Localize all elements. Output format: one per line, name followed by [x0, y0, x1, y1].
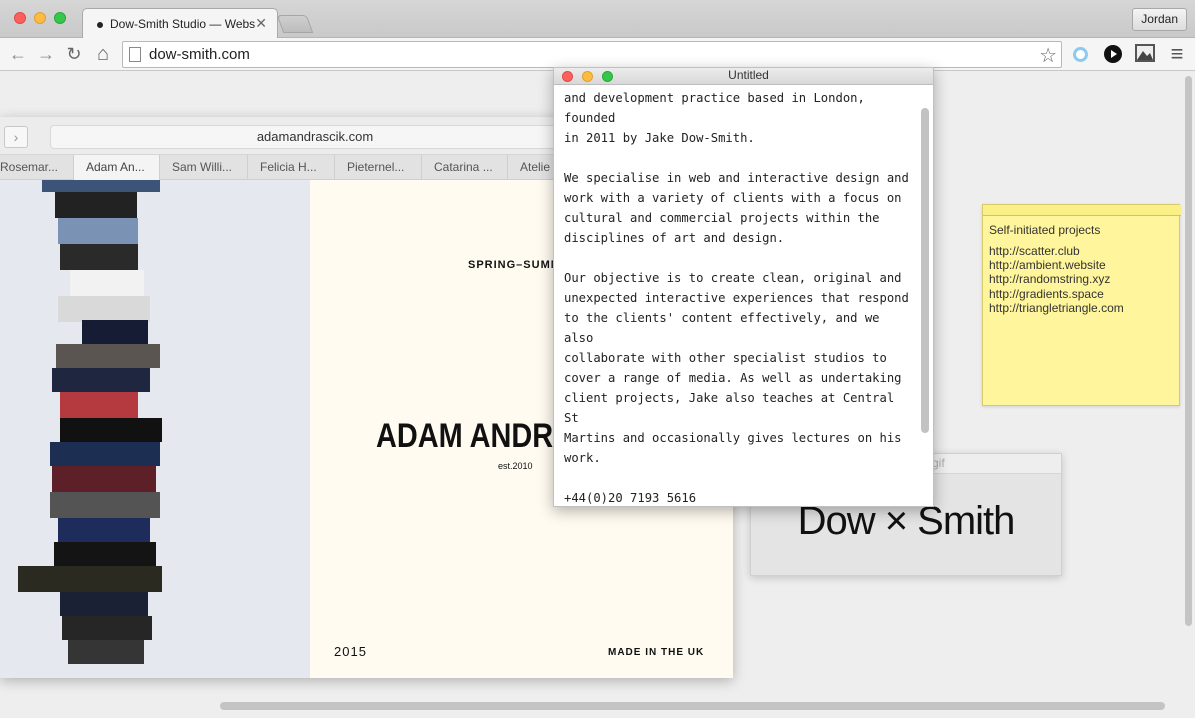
- address-bar-url: dow-smith.com: [149, 46, 250, 63]
- photo-strip: [60, 244, 138, 270]
- photo-strip: [62, 616, 152, 640]
- sticky-link[interactable]: http://triangletriangle.com: [989, 301, 1124, 315]
- sticky-note-header[interactable]: [983, 205, 1181, 216]
- poster-year: 2015: [334, 644, 367, 659]
- tab-close-icon[interactable]: ✕: [255, 15, 267, 32]
- sticky-link[interactable]: http://randomstring.xyz: [989, 272, 1124, 286]
- photo-strip: [56, 344, 160, 368]
- inner-tab[interactable]: Pieternel...: [335, 155, 422, 180]
- menu-icon[interactable]: ≡: [1166, 43, 1188, 65]
- editor-text-area[interactable]: and development practice based in London…: [564, 88, 914, 506]
- tab-title: Dow-Smith Studio — Website: [110, 17, 255, 31]
- photo-strip: [60, 592, 148, 616]
- photo-strip: [50, 492, 160, 518]
- sticky-note[interactable]: Self-initiated projects http://scatter.c…: [982, 204, 1181, 406]
- photo-strip: [52, 466, 156, 492]
- bookmark-star-icon[interactable]: ☆: [1039, 43, 1057, 68]
- browser-tab-bar: Dow-Smith Studio — Website ✕ Jordan: [0, 0, 1195, 39]
- inner-forward-icon[interactable]: ›: [4, 126, 28, 148]
- editor-scroll-thumb[interactable]: [921, 108, 929, 433]
- sticky-note-title: Self-initiated projects: [989, 223, 1101, 237]
- profile-button[interactable]: Jordan: [1132, 8, 1187, 31]
- inner-tab[interactable]: Catarina ...: [422, 155, 508, 180]
- sticky-link[interactable]: http://ambient.website: [989, 258, 1124, 272]
- photo-strip: [58, 296, 150, 322]
- photo-strip: [70, 270, 144, 296]
- poster-made-in: MADE IN THE UK: [608, 647, 705, 658]
- page-icon: [129, 47, 141, 62]
- photo-strip: [52, 368, 150, 392]
- photo-strip: [60, 392, 138, 418]
- photo-strip: [68, 640, 144, 664]
- play-extension-icon[interactable]: [1104, 45, 1122, 63]
- back-icon[interactable]: ←: [7, 43, 29, 65]
- sticky-note-links: http://scatter.club http://ambient.websi…: [989, 244, 1124, 315]
- extension-circle-icon[interactable]: [1073, 47, 1088, 62]
- minimize-window-button[interactable]: [34, 12, 46, 24]
- photo-strip: [60, 418, 162, 442]
- zoom-window-button[interactable]: [54, 12, 66, 24]
- sticky-link[interactable]: http://scatter.club: [989, 244, 1124, 258]
- text-editor-window[interactable]: Untitled and development practice based …: [553, 67, 934, 507]
- poster-established: est.2010: [498, 461, 533, 471]
- editor-title: Untitled: [728, 68, 769, 82]
- address-bar[interactable]: dow-smith.com ☆: [122, 41, 1062, 68]
- vertical-scroll-thumb[interactable]: [1185, 76, 1192, 626]
- tab-favicon-icon: [97, 22, 103, 28]
- fashion-photo-column: [0, 180, 310, 678]
- reload-icon[interactable]: ↻: [63, 43, 85, 65]
- close-window-button[interactable]: [14, 12, 26, 24]
- inner-address-bar[interactable]: adamandrascik.com: [50, 125, 580, 149]
- desktop: Dow-Smith Studio — Website ✕ Jordan ← → …: [0, 0, 1195, 718]
- photo-strip: [58, 518, 150, 542]
- photo-strip: [42, 180, 160, 192]
- sticky-link[interactable]: http://gradients.space: [989, 287, 1124, 301]
- photo-strip: [54, 542, 156, 566]
- photo-strip: [18, 566, 162, 592]
- inner-tab[interactable]: Sam Willi...: [160, 155, 248, 180]
- inner-tab[interactable]: Rosemar...: [0, 155, 74, 180]
- forward-icon[interactable]: →: [35, 43, 57, 65]
- inner-tab[interactable]: Felicia H...: [248, 155, 335, 180]
- tab-dow-smith-studio[interactable]: Dow-Smith Studio — Website ✕: [82, 8, 278, 39]
- editor-title-bar: Untitled: [554, 68, 933, 85]
- vertical-scrollbar[interactable]: [1183, 72, 1193, 632]
- new-tab-button[interactable]: [276, 15, 314, 33]
- inner-tab[interactable]: Adam An...: [74, 155, 160, 180]
- horizontal-scroll-thumb[interactable]: [220, 702, 1165, 710]
- photo-strip: [50, 442, 160, 466]
- photo-strip: [82, 320, 148, 344]
- home-icon[interactable]: ⌂: [92, 43, 114, 65]
- image-extension-icon[interactable]: [1135, 44, 1155, 62]
- photo-strip: [55, 192, 137, 218]
- photo-strip: [58, 218, 138, 244]
